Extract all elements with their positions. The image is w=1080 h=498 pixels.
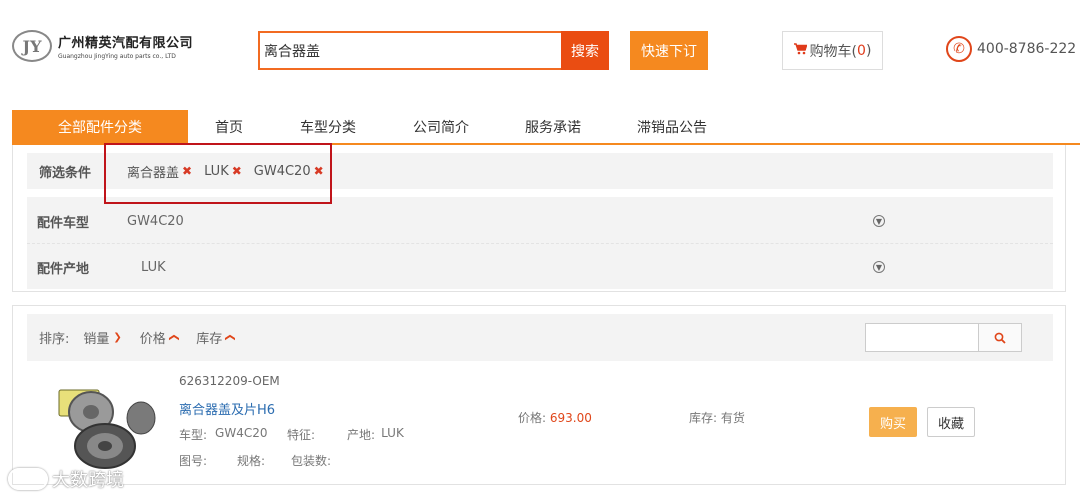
cart-count: 0 — [857, 42, 866, 59]
search-input[interactable]: 离合器盖 — [258, 31, 561, 70]
watermark: 大数跨境 — [8, 466, 124, 492]
filter-row-label: 配件车型 — [37, 215, 90, 231]
search-input-value: 离合器盖 — [264, 43, 320, 60]
chevron-up-icon: ❯ — [224, 333, 236, 342]
model-label: 车型: — [179, 428, 208, 442]
nav-item-about[interactable]: 公司简介 — [386, 110, 496, 144]
phone-icon: ✆ — [946, 36, 972, 62]
nav-item-service[interactable]: 服务承诺 — [496, 110, 610, 144]
nav-item-home[interactable]: 首页 — [188, 110, 270, 144]
pack-label: 包装数: — [291, 454, 332, 468]
cart-label: 购物车( — [809, 43, 858, 60]
filter-row-value[interactable]: GW4C20 — [127, 214, 184, 229]
sort-label-price: 价格 — [139, 332, 166, 347]
chevron-up-icon: ❯ — [168, 333, 180, 342]
watermark-text: 大数跨境 — [52, 470, 124, 491]
filter-row-value[interactable]: LUK — [141, 260, 166, 275]
buy-button[interactable]: 购买 — [869, 407, 917, 437]
origin-label: 产地: — [347, 428, 376, 442]
feature-label: 特征: — [287, 428, 316, 442]
cart-button[interactable]: 购物车(0) — [782, 31, 883, 70]
favorite-button[interactable]: 收藏 — [927, 407, 975, 437]
price-value: 693.00 — [549, 411, 592, 425]
filter-row-vehicle: 配件车型 GW4C20 ▼ — [27, 203, 1053, 239]
sort-label-stock: 库存 — [196, 332, 223, 347]
product-image[interactable] — [53, 372, 163, 472]
product-search-button[interactable] — [979, 323, 1022, 352]
company-logo[interactable]: JY 广州精英汽配有限公司 Guangzhou JingYing auto pa… — [12, 30, 193, 62]
product-name-link[interactable]: 离合器盖及片H6 — [179, 399, 275, 418]
cart-label-close: ) — [865, 42, 872, 59]
divider — [27, 243, 1053, 244]
filter-row-origin: 配件产地 LUK ▼ — [27, 249, 1053, 285]
filter-options: 配件车型 GW4C20 ▼ 配件产地 LUK ▼ — [27, 197, 1053, 289]
hotline-number: 400-8786-222 — [977, 41, 1077, 57]
expand-icon[interactable]: ▼ — [873, 215, 885, 227]
origin-value: LUK — [381, 426, 404, 440]
product-attributes-2: 图号: 规格: 包装数: — [179, 452, 331, 469]
company-name-en: Guangzhou JingYing auto parts co., LTD — [58, 53, 176, 60]
expand-icon[interactable]: ▼ — [873, 261, 885, 273]
highlight-box — [104, 143, 332, 204]
product-search-input[interactable] — [865, 323, 979, 352]
spec-label: 规格: — [237, 454, 266, 468]
sort-label: 排序: — [39, 332, 70, 347]
sort-by-price[interactable]: 价格 ❯ — [139, 328, 180, 347]
watermark-logo-icon — [8, 468, 48, 490]
search-button[interactable]: 搜索 — [561, 31, 609, 70]
chevron-down-icon: ❯ — [113, 332, 122, 343]
model-value: GW4C20 — [215, 426, 268, 440]
search-icon — [994, 332, 1006, 344]
nav-item-notice[interactable]: 滞销品公告 — [610, 110, 734, 144]
product-panel: 排序: 销量 ❯ 价格 ❯ 库存 ❯ 626312209-OEM 离合器盖及片H6 车… — [12, 305, 1066, 485]
nav-all-categories[interactable]: 全部配件分类 — [12, 110, 188, 144]
sort-bar: 排序: 销量 ❯ 价格 ❯ 库存 ❯ — [27, 314, 1053, 361]
stock-status: 库存: 有货 — [689, 411, 745, 425]
nav-item-vehicle[interactable]: 车型分类 — [270, 110, 386, 144]
price: 价格: 693.00 — [518, 409, 592, 426]
hotline: ✆ 400-8786-222 — [946, 36, 1076, 62]
cart-icon — [793, 42, 808, 59]
product-attributes: 车型: GW4C20 特征: 产地: LUK — [179, 426, 404, 443]
price-label: 价格: — [518, 411, 547, 425]
product-oem: 626312209-OEM — [179, 374, 280, 388]
figure-label: 图号: — [179, 454, 208, 468]
sort-by-sales[interactable]: 销量 ❯ — [83, 328, 121, 347]
sort-by-stock[interactable]: 库存 ❯ — [196, 328, 236, 347]
main-nav: 全部配件分类 首页 车型分类 公司简介 服务承诺 滞销品公告 — [12, 110, 734, 144]
sort-label-sales: 销量 — [83, 332, 110, 347]
company-name: 广州精英汽配有限公司 — [58, 36, 194, 51]
quick-order-button[interactable]: 快速下订 — [630, 31, 708, 70]
logo-icon: JY — [12, 30, 52, 62]
filter-row-label: 配件产地 — [37, 261, 90, 277]
